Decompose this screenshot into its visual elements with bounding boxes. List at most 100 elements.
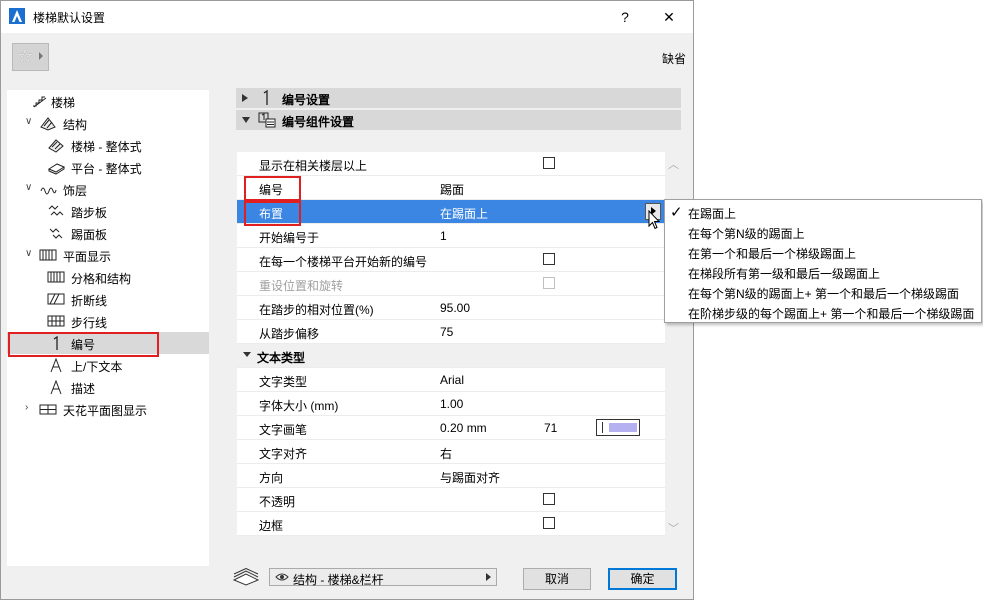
- property-group-row[interactable]: 文本类型: [237, 344, 665, 368]
- property-row[interactable]: 文字对齐 右: [237, 440, 665, 464]
- dropdown-option[interactable]: 在第一个和最后一个梯级踢面上: [665, 242, 981, 262]
- property-row[interactable]: 开始编号于 1: [237, 224, 665, 248]
- pen-number[interactable]: 71: [544, 421, 557, 435]
- tree-item-label: 折断线: [71, 294, 108, 308]
- tree-item-label: 平台 - 整体式: [71, 162, 142, 176]
- layer-select[interactable]: 结构 - 楼梯&栏杆: [269, 568, 497, 587]
- highlight-box-number-row: [244, 176, 301, 201]
- expander-icon[interactable]: ›: [25, 402, 28, 413]
- expand-right-icon: [242, 94, 248, 102]
- expander-icon[interactable]: ∨: [25, 182, 32, 193]
- collapse-down-icon[interactable]: [243, 352, 251, 357]
- property-value[interactable]: 95.00: [440, 301, 470, 315]
- favorites-button[interactable]: ☆: [12, 43, 49, 71]
- property-row[interactable]: 文字类型 Arial: [237, 368, 665, 392]
- close-button[interactable]: ✕: [647, 3, 691, 31]
- dropdown-option[interactable]: 在每个第N级的踢面上: [665, 222, 981, 242]
- property-value[interactable]: 踢面: [440, 181, 464, 198]
- property-row[interactable]: 边框: [237, 512, 665, 536]
- tree-item[interactable]: 折断线: [7, 288, 209, 310]
- property-name: 显示在相关楼层以上: [259, 159, 368, 173]
- dropdown-option[interactable]: 在梯段所有第一级和最后一级踢面上: [665, 262, 981, 282]
- layer-icon: [232, 568, 260, 586]
- property-name: 字体大小 (mm): [259, 399, 339, 413]
- eye-icon: [275, 573, 289, 581]
- tree-item[interactable]: 踢面板: [7, 222, 209, 244]
- property-row[interactable]: 从踏步偏移 75: [237, 320, 665, 344]
- tree-item-label: 结构: [63, 118, 88, 132]
- tree-item-label: 天花平面图显示: [63, 404, 148, 418]
- floor-plan-display-icon: [39, 249, 57, 261]
- property-row[interactable]: 方向 与踢面对齐: [237, 464, 665, 488]
- property-checkbox[interactable]: [543, 253, 555, 265]
- expand-down-icon: [242, 117, 250, 123]
- property-row[interactable]: 编号 踢面: [237, 176, 665, 200]
- property-name: 方向: [259, 471, 284, 485]
- property-row[interactable]: 布置 在踢面上: [237, 200, 665, 224]
- section-title: 编号组件设置: [282, 115, 355, 129]
- property-name: 文本类型: [257, 351, 306, 365]
- stair-icon: [33, 96, 47, 108]
- property-value[interactable]: 在踢面上: [440, 205, 488, 222]
- property-row[interactable]: 文字画笔 0.20 mm 71: [237, 416, 665, 440]
- tree-item[interactable]: 楼梯: [7, 90, 209, 112]
- property-grid: 显示在相关楼层以上编号 踢面 布置 在踢面上 开始编号于 1 在每一个楼梯平台开始新的编号重…: [237, 152, 665, 536]
- tree-item-label: 分格和结构: [71, 272, 132, 286]
- tree-item[interactable]: ∨ 平面显示: [7, 244, 209, 266]
- tree-item-label: 踢面板: [71, 228, 108, 242]
- dialog-footer: 结构 - 楼梯&栏杆 取消 确定: [232, 563, 684, 593]
- property-name: 文字对齐: [259, 447, 308, 461]
- grid-structure-icon: [47, 271, 65, 283]
- tree-item[interactable]: 步行线: [7, 310, 209, 332]
- property-checkbox[interactable]: [543, 493, 555, 505]
- property-name: 重设位置和旋转: [259, 279, 344, 293]
- ceiling-plan-icon: [39, 404, 57, 415]
- section-numbering-settings[interactable]: 编号设置: [236, 88, 681, 108]
- expander-icon[interactable]: ∨: [25, 116, 32, 127]
- archicad-app-icon: [9, 8, 25, 24]
- dropdown-option[interactable]: ✓ 在踢面上: [665, 202, 981, 222]
- tree-item[interactable]: 上/下文本: [7, 354, 209, 376]
- tree-item[interactable]: 踏步板: [7, 200, 209, 222]
- ok-button[interactable]: 确定: [608, 568, 677, 590]
- property-value[interactable]: 75: [440, 325, 453, 339]
- property-row[interactable]: 在踏步的相对位置(%) 95.00: [237, 296, 665, 320]
- property-row[interactable]: 不透明: [237, 488, 665, 512]
- help-button[interactable]: ?: [603, 3, 647, 31]
- property-name: 从踏步偏移: [259, 327, 320, 341]
- numbering-icon: [263, 90, 268, 105]
- property-checkbox[interactable]: [543, 157, 555, 169]
- expander-icon[interactable]: ∨: [25, 248, 32, 259]
- tree-item[interactable]: 楼梯 - 整体式: [7, 134, 209, 156]
- scroll-down-icon[interactable]: ﹀: [668, 520, 679, 536]
- property-name: 在踏步的相对位置(%): [259, 303, 374, 317]
- property-value[interactable]: Arial: [440, 373, 464, 387]
- property-value[interactable]: 右: [440, 445, 452, 462]
- property-value[interactable]: 1.00: [440, 397, 463, 411]
- dropdown-option[interactable]: 在阶梯步级的每个踢面上+ 第一个和最后一个梯级踢面: [665, 302, 981, 322]
- tree-item[interactable]: 描述: [7, 376, 209, 398]
- cancel-button[interactable]: 取消: [523, 568, 591, 590]
- property-value[interactable]: 1: [440, 229, 447, 243]
- arrow-right-icon: [39, 52, 43, 60]
- scroll-up-icon[interactable]: ︿: [668, 156, 679, 172]
- tree-item[interactable]: ∨ 饰层: [7, 178, 209, 200]
- property-checkbox[interactable]: [543, 517, 555, 529]
- tree-item[interactable]: 平台 - 整体式: [7, 156, 209, 178]
- property-row[interactable]: 显示在相关楼层以上: [237, 152, 665, 176]
- monolithic-landing-icon: [47, 163, 65, 175]
- tree-item[interactable]: 分格和结构: [7, 266, 209, 288]
- pen-color-swatch[interactable]: [596, 419, 640, 436]
- tree-item-label: 饰层: [63, 184, 88, 198]
- tree-item[interactable]: › 天花平面图显示: [7, 398, 209, 420]
- riser-icon: [49, 228, 63, 239]
- property-row[interactable]: 在每一个楼梯平台开始新的编号: [237, 248, 665, 272]
- structure-icon: [40, 117, 56, 131]
- tree-item[interactable]: ∨ 结构: [7, 112, 209, 134]
- property-value[interactable]: 0.20 mm: [440, 421, 487, 435]
- property-value[interactable]: 与踢面对齐: [440, 469, 500, 486]
- property-row[interactable]: 重设位置和旋转: [237, 272, 665, 296]
- dropdown-option[interactable]: 在每个第N级的踢面上+ 第一个和最后一个梯级踢面: [665, 282, 981, 302]
- section-numbering-component-settings[interactable]: 编号组件设置: [236, 110, 681, 130]
- property-row[interactable]: 字体大小 (mm) 1.00: [237, 392, 665, 416]
